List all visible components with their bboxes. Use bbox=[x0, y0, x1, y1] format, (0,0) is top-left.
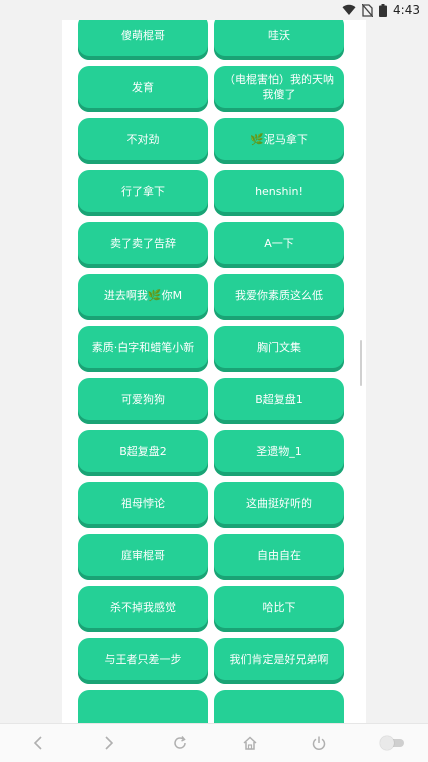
sound-button[interactable] bbox=[214, 690, 344, 724]
sound-button[interactable] bbox=[78, 690, 208, 724]
sound-button[interactable]: 素质·白字和蜡笔小新 bbox=[78, 326, 208, 372]
sound-button[interactable]: 胸门文集 bbox=[214, 326, 344, 372]
back-icon[interactable] bbox=[28, 733, 48, 753]
sound-button[interactable]: 卖了卖了告辞 bbox=[78, 222, 208, 268]
sound-button[interactable]: B超复盘2 bbox=[78, 430, 208, 476]
status-time: 4:43 bbox=[393, 3, 420, 17]
bottom-navigation-bar bbox=[0, 723, 428, 762]
status-bar: 4:43 bbox=[0, 0, 428, 20]
sound-button[interactable]: 我爱你素质这么低 bbox=[214, 274, 344, 320]
no-sim-icon bbox=[362, 3, 374, 17]
button-panel: 傻萌棍哥 哇沃 发育 （电棍害怕）我的天呐我傻了 不对劲 🌿泥马拿下 行了拿下 henshin… bbox=[62, 20, 366, 724]
sound-button[interactable]: 圣遗物_1 bbox=[214, 430, 344, 476]
scroll-indicator[interactable] bbox=[360, 340, 362, 386]
sound-button[interactable]: 哇沃 bbox=[214, 20, 344, 60]
sound-button[interactable]: 傻萌棍哥 bbox=[78, 20, 208, 60]
sound-button[interactable]: 不对劲 bbox=[78, 118, 208, 164]
sound-button[interactable]: 这曲挺好听的 bbox=[214, 482, 344, 528]
toggle-knob bbox=[380, 736, 394, 750]
sound-button-grid: 傻萌棍哥 哇沃 发育 （电棍害怕）我的天呐我傻了 不对劲 🌿泥马拿下 行了拿下 henshin… bbox=[78, 20, 344, 724]
wifi-icon bbox=[342, 4, 356, 16]
sound-button[interactable]: 🌿泥马拿下 bbox=[214, 118, 344, 164]
sound-button[interactable]: 可爱狗狗 bbox=[78, 378, 208, 424]
sound-button[interactable]: 与王者只差一步 bbox=[78, 638, 208, 684]
sound-button[interactable]: henshin! bbox=[214, 170, 344, 216]
sound-button[interactable]: 杀不掉我感觉 bbox=[78, 586, 208, 632]
sound-button[interactable]: 哈比下 bbox=[214, 586, 344, 632]
toggle-switch[interactable] bbox=[380, 736, 404, 750]
sound-button[interactable]: 进去啊我🌿你M bbox=[78, 274, 208, 320]
power-icon[interactable] bbox=[309, 733, 329, 753]
sound-button[interactable]: 祖母悖论 bbox=[78, 482, 208, 528]
refresh-icon[interactable] bbox=[170, 733, 190, 753]
battery-icon bbox=[379, 3, 388, 17]
sound-button[interactable]: 我们肯定是好兄弟啊 bbox=[214, 638, 344, 684]
forward-icon[interactable] bbox=[99, 733, 119, 753]
home-icon[interactable] bbox=[240, 733, 260, 753]
sound-button[interactable]: 庭审棍哥 bbox=[78, 534, 208, 580]
sound-button[interactable]: 自由自在 bbox=[214, 534, 344, 580]
status-icons: 4:43 bbox=[342, 2, 420, 18]
sound-button[interactable]: 发育 bbox=[78, 66, 208, 112]
sound-button[interactable]: B超复盘1 bbox=[214, 378, 344, 424]
sound-button[interactable]: 行了拿下 bbox=[78, 170, 208, 216]
sound-button[interactable]: （电棍害怕）我的天呐我傻了 bbox=[214, 66, 344, 112]
sound-button[interactable]: A一下 bbox=[214, 222, 344, 268]
